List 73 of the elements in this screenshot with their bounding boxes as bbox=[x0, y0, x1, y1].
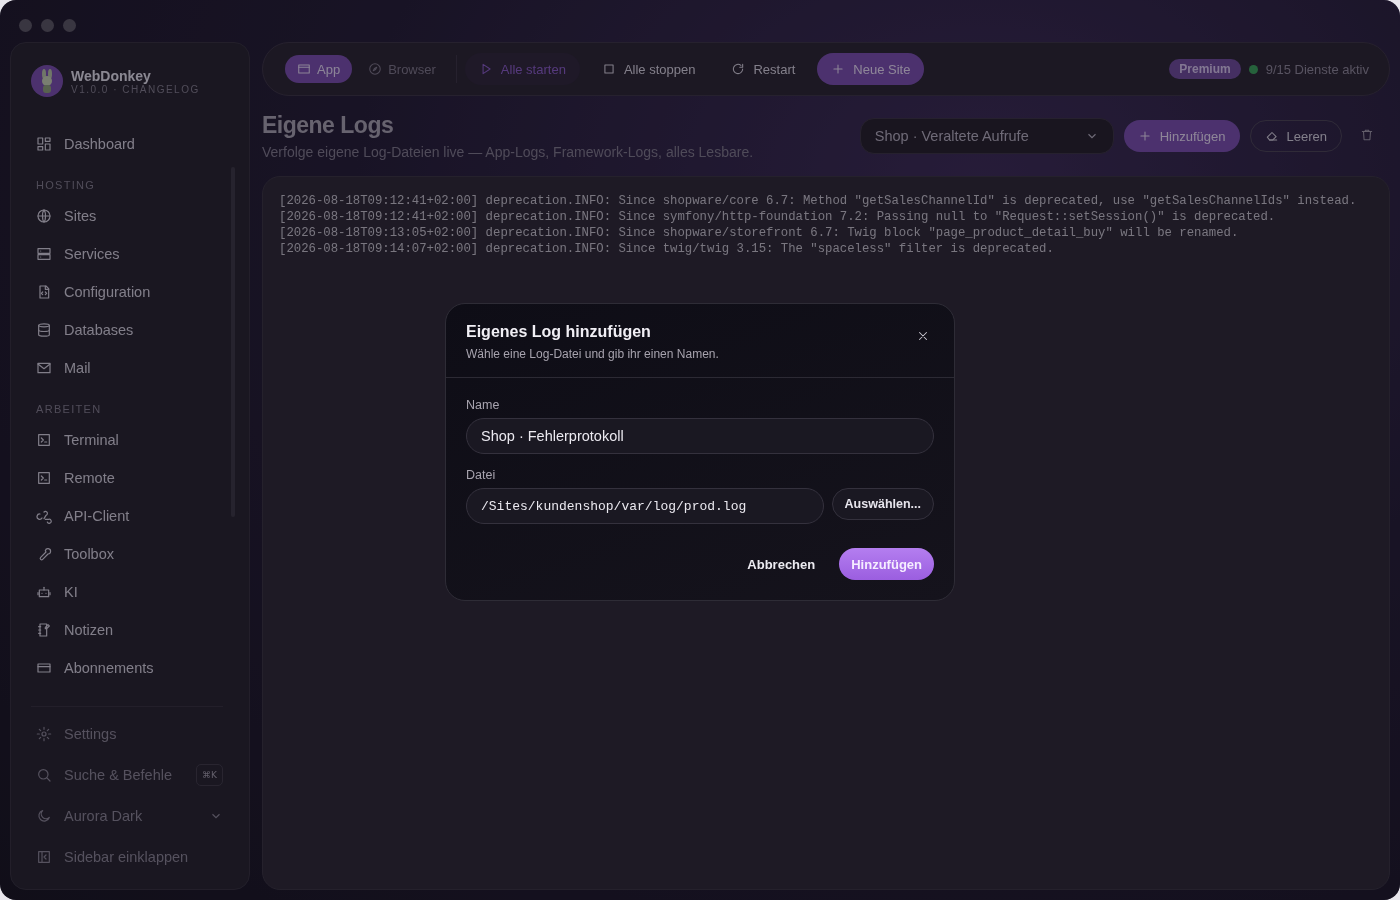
dialog-subtitle: Wähle eine Log-Datei und gib ihr einen Namen. bbox=[466, 347, 720, 361]
credit-card-icon bbox=[36, 660, 52, 676]
toolbar-button[interactable]: Neue Site bbox=[817, 53, 925, 85]
globe-icon bbox=[36, 208, 52, 224]
services-status: 9/15 Dienste aktiv bbox=[1265, 61, 1369, 77]
sidebar-panel-icon bbox=[36, 848, 52, 865]
toolbar-button[interactable]: Restart bbox=[717, 53, 810, 85]
sidebar-item[interactable]: Notizen bbox=[31, 611, 235, 649]
settings-icon bbox=[36, 725, 52, 742]
robot-icon bbox=[36, 584, 52, 600]
server-icon bbox=[36, 246, 52, 262]
dialog-title: Eigenes Log hinzufügen bbox=[466, 323, 652, 341]
search-icon bbox=[36, 766, 52, 783]
eraser-icon bbox=[1264, 129, 1279, 143]
sidebar-item[interactable]: Dashboard bbox=[31, 125, 235, 163]
plus-icon bbox=[831, 62, 846, 76]
name-input[interactable]: Shop · Fehlerprotokoll bbox=[466, 418, 934, 454]
terminal-icon bbox=[36, 470, 52, 486]
sidebar-item[interactable]: Databases bbox=[31, 311, 235, 349]
refresh-icon bbox=[731, 62, 746, 76]
dashboard-icon bbox=[36, 136, 52, 152]
sidebar-item[interactable]: Mail bbox=[31, 349, 235, 387]
window-icon bbox=[297, 62, 311, 76]
sidebar-item[interactable]: Terminal bbox=[31, 421, 235, 459]
trash-icon bbox=[1360, 127, 1374, 142]
sidebar-item[interactable]: API-Client bbox=[31, 497, 235, 535]
section-heading: HOSTING bbox=[36, 179, 97, 191]
cancel-button[interactable]: Abbrechen bbox=[741, 548, 822, 580]
sidebar-item[interactable]: Abonnements bbox=[31, 649, 235, 687]
log-line: [2026-08-18T09:13:05+02:00] deprecation.INFO: Since shopware/storefront 6.7: Twig block "page_product_detail_buy" will be renamed. bbox=[279, 225, 1240, 241]
browse-button[interactable]: Auswählen... bbox=[831, 488, 934, 520]
sidebar-item[interactable]: Aurora Dark bbox=[31, 795, 223, 836]
field-label: Datei bbox=[466, 468, 497, 482]
window-minimize-button[interactable] bbox=[41, 19, 54, 32]
log-select[interactable]: Shop · Veraltete Aufrufe bbox=[859, 118, 1114, 154]
app-name: WebDonkey bbox=[71, 67, 152, 84]
plus-icon bbox=[1137, 129, 1152, 143]
sidebar-item[interactable]: Toolbox bbox=[31, 535, 235, 573]
notebook-icon bbox=[36, 622, 52, 638]
database-icon bbox=[36, 322, 52, 338]
file-code-icon bbox=[36, 284, 52, 300]
file-path-input[interactable]: /Sites/kundenshop/var/log/prod.log bbox=[466, 488, 824, 524]
add-button[interactable]: Hinzufügen bbox=[1123, 120, 1240, 152]
shortcut-hint: ⌘K bbox=[196, 763, 223, 786]
sidebar-item[interactable]: Configuration bbox=[31, 273, 235, 311]
rabbit-avatar-icon bbox=[31, 65, 63, 97]
premium-badge: Premium bbox=[1169, 59, 1241, 79]
window-zoom-button[interactable] bbox=[63, 19, 76, 32]
window-close-button[interactable] bbox=[19, 19, 32, 32]
terminal-icon bbox=[36, 432, 52, 448]
sidebar-item[interactable]: Settings bbox=[31, 713, 223, 754]
toolbar-button[interactable]: Alle stoppen bbox=[587, 53, 710, 85]
sidebar-item[interactable]: Suche & Befehle ⌘K bbox=[31, 754, 223, 795]
compass-icon bbox=[368, 62, 383, 76]
confirm-button[interactable]: Hinzufügen bbox=[839, 548, 934, 580]
log-line: [2026-08-18T09:12:41+02:00] deprecation.INFO: Since symfony/http-foundation 7.2: Passing null to "Request::setSession()" is deprecated. bbox=[279, 209, 1277, 225]
sidebar-item[interactable]: Services bbox=[31, 235, 235, 273]
close-icon bbox=[916, 329, 930, 343]
field-label: Name bbox=[466, 398, 501, 412]
sidebar-item[interactable]: Sites bbox=[31, 197, 235, 235]
sidebar-item[interactable]: KI bbox=[31, 573, 235, 611]
mail-icon bbox=[36, 360, 52, 376]
mode-tab[interactable]: App bbox=[285, 55, 353, 83]
section-heading: ARBEITEN bbox=[36, 403, 103, 415]
webhook-icon bbox=[36, 508, 52, 524]
page-title: Eigene Logs bbox=[262, 112, 395, 139]
sidebar-item[interactable]: Sidebar einklappen bbox=[31, 836, 223, 877]
moon-icon bbox=[36, 807, 52, 824]
log-line: [2026-08-18T09:12:41+02:00] deprecation.INFO: Since shopware/core 6.7: Method "getSalesChannelId" is deprecated, use "getSalesChannelIds" instead. bbox=[279, 193, 1358, 209]
status-dot bbox=[1248, 64, 1258, 74]
square-icon bbox=[601, 62, 616, 76]
log-line: [2026-08-18T09:14:07+02:00] deprecation.INFO: Since twig/twig 3.15: The "spaceless" filter is deprecated. bbox=[279, 241, 1055, 257]
sidebar-item[interactable]: Remote bbox=[31, 459, 235, 497]
